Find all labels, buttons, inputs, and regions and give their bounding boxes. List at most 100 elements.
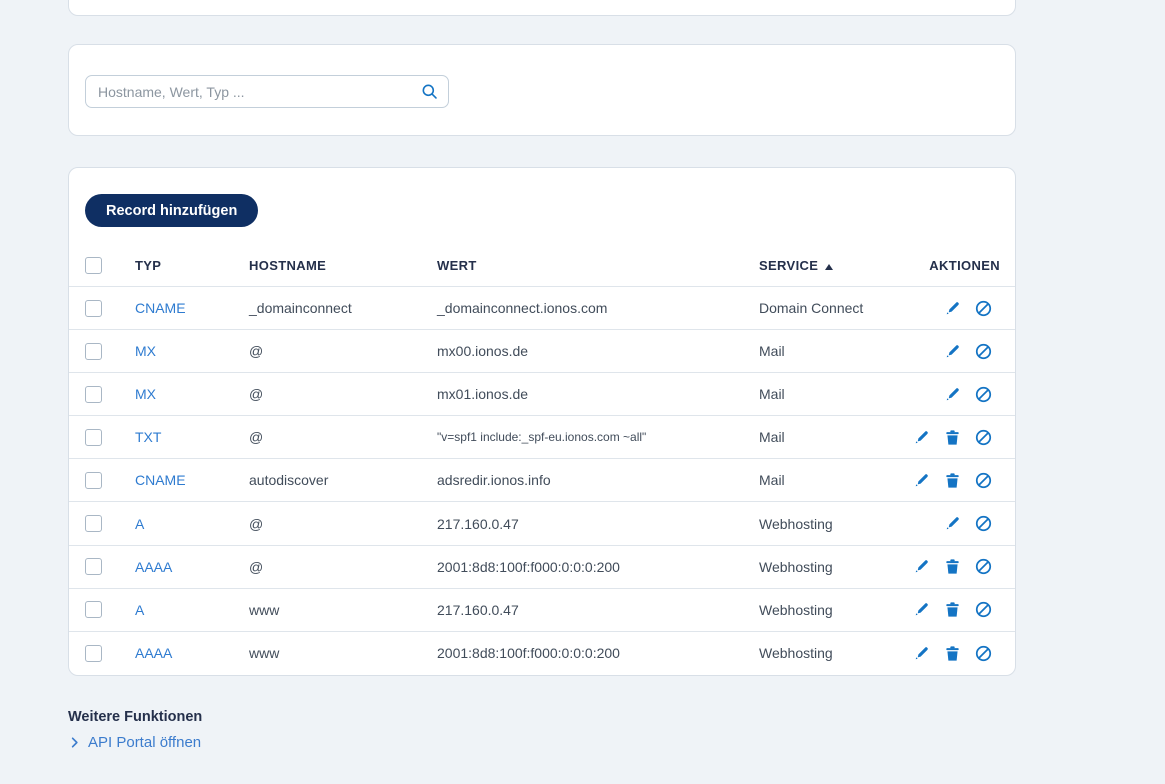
block-icon-button[interactable]	[973, 514, 993, 534]
block-icon	[975, 602, 991, 618]
api-portal-link[interactable]: API Portal öffnen	[68, 734, 202, 751]
record-type-link[interactable]: TXT	[135, 429, 161, 445]
record-value: 217.160.0.47	[437, 601, 519, 618]
record-type-link[interactable]: A	[135, 516, 144, 532]
pencil-icon	[915, 560, 928, 573]
trash-icon	[945, 602, 959, 617]
block-icon	[975, 429, 991, 445]
block-icon-button[interactable]	[973, 470, 993, 490]
row-checkbox[interactable]	[85, 471, 102, 489]
row-checkbox[interactable]	[85, 299, 102, 317]
chevron-right-icon	[71, 737, 78, 748]
row-checkbox[interactable]	[85, 515, 102, 533]
edit-record-button[interactable]	[911, 643, 931, 663]
add-record-button[interactable]: Record hinzufügen	[85, 194, 259, 227]
search-field-wrap	[85, 75, 449, 108]
table-row: CNAME autodiscover adsredir.ionos.info M…	[69, 459, 1015, 503]
row-checkbox[interactable]	[85, 558, 102, 576]
table-row: AAAA @ 2001:8d8:100f:f000:0:0:0:200 Webh…	[69, 546, 1015, 589]
pencil-icon	[946, 344, 959, 357]
record-service: Webhosting	[759, 645, 833, 662]
edit-record-button[interactable]	[942, 514, 962, 534]
dns-records-table: TYP HOSTNAME WERT SERVICE AKTIONEN CNAME…	[69, 245, 1015, 675]
edit-record-button[interactable]	[942, 298, 962, 318]
block-icon-button[interactable]	[973, 298, 993, 318]
api-portal-link-label: API Portal öffnen	[88, 734, 202, 751]
block-icon	[975, 559, 991, 575]
block-icon-button[interactable]	[973, 557, 993, 577]
table-row: CNAME _domainconnect _domainconnect.iono…	[69, 287, 1015, 331]
record-service: Domain Connect	[759, 300, 864, 317]
block-icon	[975, 515, 991, 532]
dns-records-card: Record hinzufügen TYP HOSTNAME WERT SERV…	[68, 167, 1016, 676]
record-value: mx00.ionos.de	[437, 343, 529, 360]
edit-record-button[interactable]	[911, 470, 931, 490]
header-wert[interactable]: WERT	[437, 258, 759, 273]
partial-top-card	[68, 0, 1016, 16]
footer-section: Weitere Funktionen API Portal öffnen	[68, 709, 202, 751]
row-checkbox[interactable]	[85, 385, 102, 403]
delete-record-button[interactable]	[942, 643, 962, 663]
sort-ascending-icon	[825, 264, 834, 270]
block-icon-button[interactable]	[973, 341, 993, 361]
record-value: mx01.ionos.de	[437, 386, 529, 403]
select-all-checkbox[interactable]	[85, 257, 102, 274]
delete-record-button[interactable]	[942, 427, 962, 447]
row-checkbox[interactable]	[85, 428, 102, 446]
block-icon	[975, 343, 991, 359]
block-icon-button[interactable]	[973, 384, 993, 404]
record-hostname: @	[249, 429, 264, 446]
edit-record-button[interactable]	[911, 427, 931, 447]
search-input[interactable]	[85, 75, 449, 108]
header-aktionen: AKTIONEN	[929, 258, 1000, 273]
record-type-link[interactable]: CNAME	[135, 300, 186, 316]
table-body: CNAME _domainconnect _domainconnect.iono…	[69, 287, 1015, 675]
record-type-link[interactable]: MX	[135, 386, 156, 402]
edit-record-button[interactable]	[911, 557, 931, 577]
record-type-link[interactable]: A	[135, 602, 144, 618]
record-hostname: @	[249, 558, 264, 575]
table-header-row: TYP HOSTNAME WERT SERVICE AKTIONEN	[69, 245, 1015, 287]
record-service: Mail	[759, 343, 785, 360]
record-service: Mail	[759, 429, 785, 446]
record-type-link[interactable]: CNAME	[135, 472, 186, 488]
block-icon-button[interactable]	[973, 643, 993, 663]
block-icon	[975, 645, 991, 661]
header-service[interactable]: SERVICE	[759, 258, 909, 273]
record-service: Mail	[759, 386, 785, 403]
header-typ[interactable]: TYP	[135, 258, 249, 273]
record-hostname: @	[249, 515, 264, 532]
record-service: Webhosting	[759, 601, 833, 618]
pencil-icon	[946, 301, 959, 314]
record-type-link[interactable]: MX	[135, 343, 156, 359]
record-value: 217.160.0.47	[437, 515, 519, 532]
pencil-icon	[915, 474, 928, 487]
trash-icon	[945, 430, 959, 445]
record-value: "v=spf1 include:_spf-eu.ionos.com ~all"	[437, 430, 647, 445]
block-icon	[975, 386, 991, 402]
block-icon-button[interactable]	[973, 600, 993, 620]
delete-record-button[interactable]	[942, 557, 962, 577]
edit-record-button[interactable]	[942, 384, 962, 404]
record-type-link[interactable]: AAAA	[135, 645, 172, 661]
record-service: Webhosting	[759, 558, 833, 575]
table-row: AAAA www 2001:8d8:100f:f000:0:0:0:200 We…	[69, 632, 1015, 675]
row-checkbox[interactable]	[85, 601, 102, 619]
block-icon-button[interactable]	[973, 427, 993, 447]
row-checkbox[interactable]	[85, 644, 102, 662]
row-checkbox[interactable]	[85, 342, 102, 360]
record-service: Mail	[759, 472, 785, 489]
edit-record-button[interactable]	[942, 341, 962, 361]
pencil-icon	[915, 647, 928, 660]
delete-record-button[interactable]	[942, 470, 962, 490]
record-hostname: @	[249, 343, 264, 360]
record-hostname: _domainconnect	[249, 300, 352, 317]
record-value: _domainconnect.ionos.com	[437, 300, 608, 317]
search-icon[interactable]	[420, 82, 439, 101]
record-type-link[interactable]: AAAA	[135, 559, 172, 575]
block-icon	[975, 300, 991, 316]
edit-record-button[interactable]	[911, 600, 931, 620]
trash-icon	[945, 559, 959, 574]
header-hostname[interactable]: HOSTNAME	[249, 258, 437, 273]
delete-record-button[interactable]	[942, 600, 962, 620]
